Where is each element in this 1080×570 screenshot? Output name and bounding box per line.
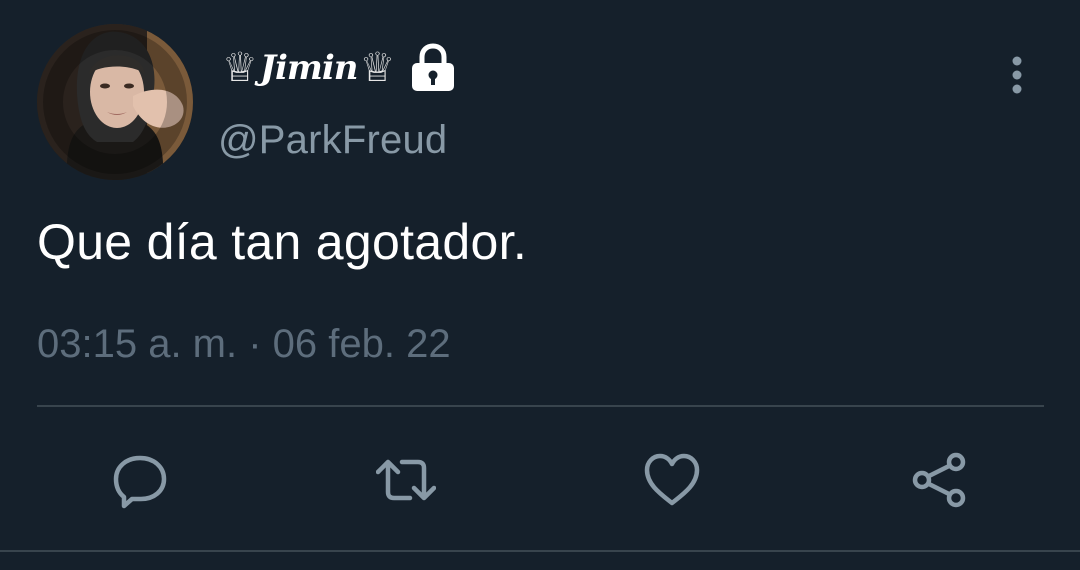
more-vertical-icon[interactable] xyxy=(1004,56,1030,96)
heart-icon xyxy=(644,453,700,506)
bottom-divider xyxy=(0,550,1080,552)
crown-icon: ♕ xyxy=(222,45,258,91)
share-icon xyxy=(912,452,966,508)
user-handle[interactable]: @ParkFreud xyxy=(218,118,447,163)
avatar[interactable] xyxy=(37,24,193,180)
tweet-text: Que día tan agotador. xyxy=(37,214,528,270)
lock-icon xyxy=(412,43,455,91)
avatar-image xyxy=(37,24,193,180)
share-button[interactable] xyxy=(908,448,972,512)
display-name-row[interactable]: ♕ Jimin ♕ xyxy=(222,40,457,96)
retweet-button[interactable] xyxy=(374,448,438,512)
tweet-timestamp[interactable]: 03:15 a. m. · 06 feb. 22 xyxy=(37,322,451,367)
like-button[interactable] xyxy=(640,448,704,512)
tweet-card: ♕ Jimin ♕ @ParkFreud Que día tan agotado… xyxy=(0,0,1080,570)
reply-button[interactable] xyxy=(108,448,172,512)
display-name[interactable]: Jimin xyxy=(260,48,359,88)
reply-icon xyxy=(113,455,167,509)
divider xyxy=(37,405,1044,407)
retweet-icon xyxy=(376,459,436,501)
crown-icon: ♕ xyxy=(359,45,396,91)
